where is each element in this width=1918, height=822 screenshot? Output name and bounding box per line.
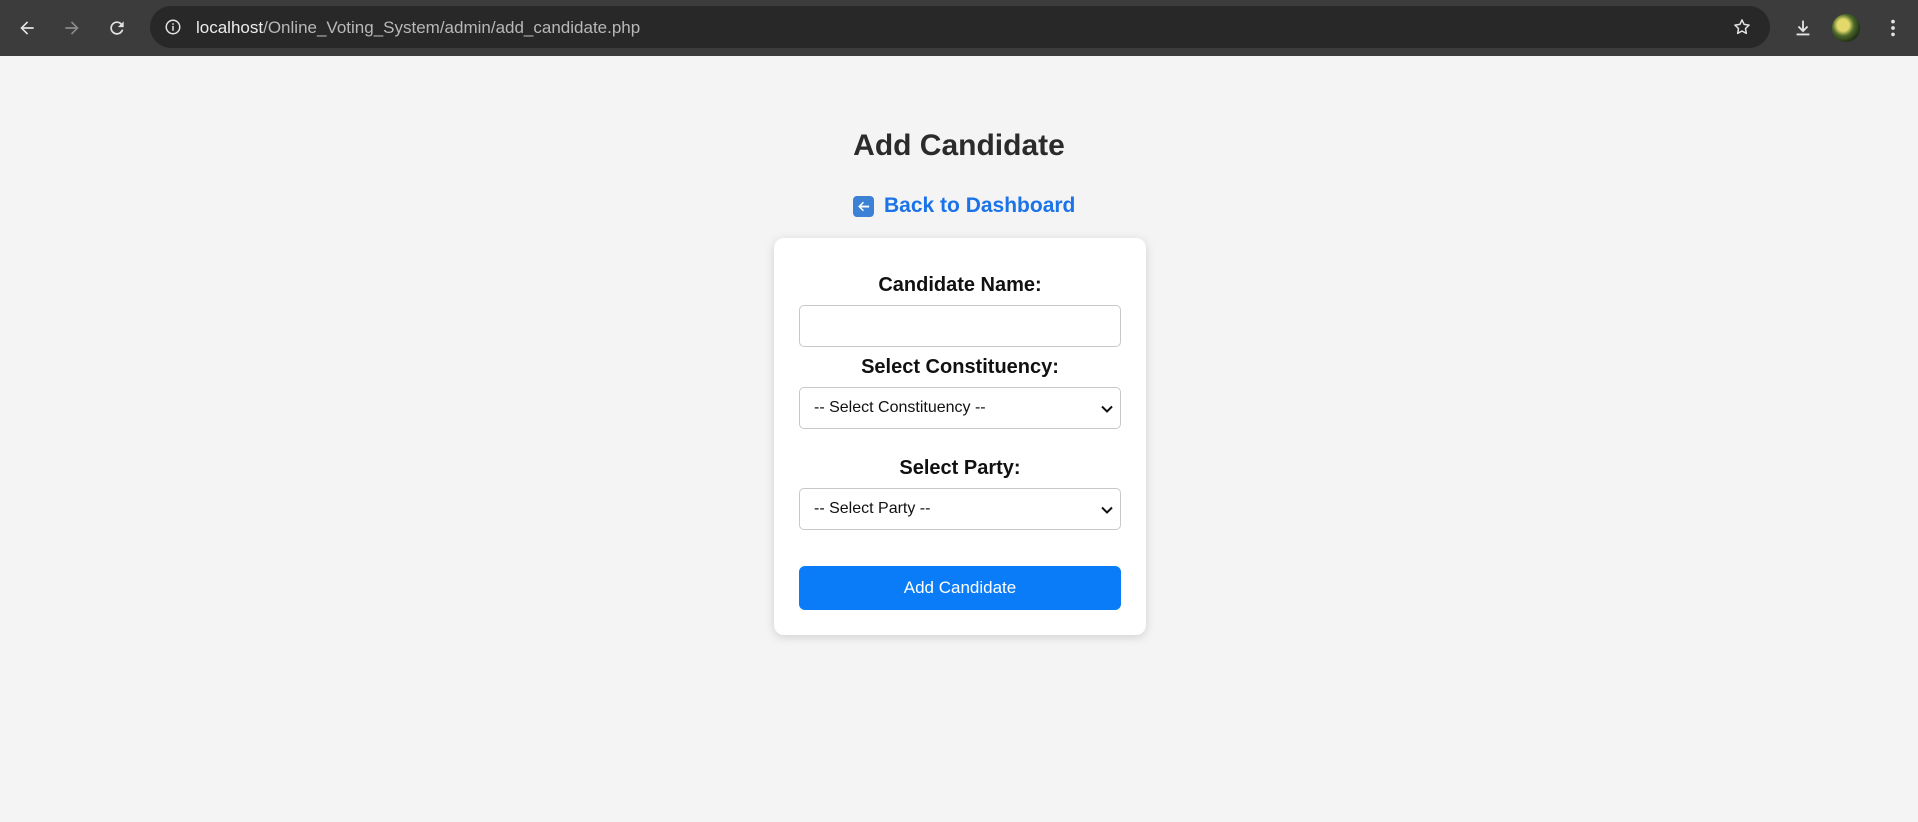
more-vertical-icon bbox=[1891, 19, 1895, 37]
bookmark-star-icon[interactable] bbox=[1730, 15, 1754, 39]
constituency-label: Select Constituency: bbox=[861, 356, 1059, 378]
url-path: /Online_Voting_System/admin/add_candidat… bbox=[263, 18, 641, 37]
reload-icon bbox=[110, 21, 124, 35]
download-icon bbox=[1796, 20, 1810, 36]
back-to-dashboard-link[interactable]: Back to Dashboard bbox=[853, 193, 1075, 219]
constituency-select[interactable]: -- Select Constituency -- bbox=[799, 387, 1121, 429]
site-info-icon[interactable] bbox=[160, 14, 186, 40]
back-arrow-icon bbox=[853, 195, 874, 217]
party-selected-value: -- Select Party -- bbox=[814, 500, 931, 517]
back-button[interactable] bbox=[9, 10, 45, 46]
profile-avatar[interactable] bbox=[1832, 14, 1860, 42]
address-bar[interactable]: localhost/Online_Voting_System/admin/add… bbox=[150, 6, 1770, 48]
browser-menu-button[interactable] bbox=[1875, 10, 1911, 46]
party-select[interactable]: -- Select Party -- bbox=[799, 488, 1121, 530]
back-link-label: Back to Dashboard bbox=[884, 194, 1076, 217]
reload-button[interactable] bbox=[99, 10, 135, 46]
candidate-name-label: Candidate Name: bbox=[878, 274, 1042, 296]
constituency-selected-value: -- Select Constituency -- bbox=[814, 399, 986, 416]
chevron-down-icon bbox=[1101, 506, 1113, 514]
party-label: Select Party: bbox=[899, 457, 1021, 479]
add-candidate-button[interactable]: Add Candidate bbox=[799, 566, 1121, 610]
page-title: Add Candidate bbox=[853, 129, 1065, 162]
candidate-name-input[interactable] bbox=[799, 305, 1121, 347]
downloads-button[interactable] bbox=[1785, 10, 1821, 46]
page-content: Add Candidate Back to Dashboard Candidat… bbox=[0, 56, 1918, 822]
chevron-down-icon bbox=[1101, 405, 1113, 413]
forward-button[interactable] bbox=[54, 10, 90, 46]
browser-toolbar: localhost/Online_Voting_System/admin/add… bbox=[0, 0, 1918, 56]
url-host: localhost bbox=[196, 18, 264, 37]
url-text[interactable]: localhost/Online_Voting_System/admin/add… bbox=[196, 18, 640, 38]
arrow-right-icon bbox=[65, 21, 79, 35]
arrow-left-icon bbox=[20, 21, 34, 35]
add-candidate-form: Candidate Name: Select Constituency: -- … bbox=[774, 238, 1146, 635]
